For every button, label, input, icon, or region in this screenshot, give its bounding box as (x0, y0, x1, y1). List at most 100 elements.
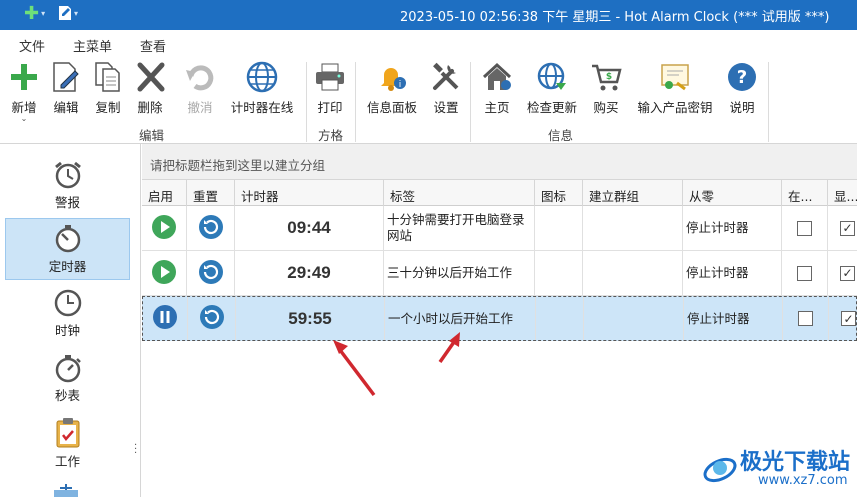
chevron-down-icon: ⌄ (20, 114, 28, 123)
print-button-label: 打印 (317, 100, 343, 115)
product-key-button[interactable]: 输入产品密钥 (638, 60, 713, 116)
group-cell (583, 206, 683, 250)
bell-icon: i (375, 60, 409, 94)
info-panel-label: 信息面板 (366, 100, 417, 115)
checkbox-col9[interactable]: ✓ (841, 311, 856, 326)
play-icon (152, 259, 176, 284)
tools-icon (429, 60, 463, 94)
group-by-panel[interactable]: 请把标题栏拖到这里以建立分组 (142, 144, 857, 180)
icon-cell (535, 251, 583, 295)
plus-icon: ✚ (24, 3, 40, 24)
group-label-info: 信息 (548, 128, 574, 143)
table-row-selected[interactable]: 59:55 一个小时以后开始工作 停止计时器 ✓ (142, 296, 857, 341)
timer-icon (55, 224, 80, 252)
help-icon: ? (725, 60, 759, 94)
column-header-icon[interactable]: 图标 (535, 180, 583, 206)
globe-update-icon (535, 60, 569, 94)
watermark: 极光下载站 www.xz7.com (700, 444, 857, 494)
undo-button-label: 撤消 (187, 100, 213, 115)
pause-button[interactable] (152, 304, 178, 333)
reset-button[interactable] (198, 214, 224, 243)
reset-button[interactable] (199, 304, 225, 333)
home-button-label: 主页 (484, 100, 510, 115)
gift-icon (52, 484, 80, 497)
timer-label: 一个小时以后开始工作 (388, 310, 514, 326)
column-header-timer[interactable]: 计时器 (235, 180, 384, 206)
column-header-enable[interactable]: 启用 (142, 180, 187, 206)
delete-button[interactable]: 删除 (122, 60, 178, 116)
clock-icon (54, 289, 81, 316)
splitter-grip[interactable]: · · · (134, 441, 137, 459)
home-button[interactable]: 主页 (469, 60, 525, 116)
chevron-down-icon: ▾ (41, 9, 46, 18)
column-header-reset[interactable]: 重置 (187, 180, 235, 206)
ribbon: 新增 ⌄ 编辑 复制 删除 撤消 计时器在线 打印 i 信息面板 设置 主页 检… (0, 56, 857, 144)
quick-note-button[interactable]: ▾ (58, 5, 78, 21)
globe-icon (245, 60, 279, 94)
timer-value: 09:44 (287, 218, 331, 237)
sidebar-item-label: 定时器 (48, 258, 87, 274)
column-header-col8[interactable]: 在... (782, 180, 828, 206)
tab-file[interactable]: 文件 (19, 36, 45, 55)
timer-value: 59:55 (288, 308, 332, 328)
icon-cell (535, 206, 583, 250)
watermark-brand: 极光下载站 (740, 450, 851, 475)
checkbox-col9[interactable]: ✓ (840, 265, 855, 281)
check-updates-label: 检查更新 (526, 100, 577, 115)
menu-tabs: 文件 主菜单 查看 (0, 30, 857, 59)
column-header-col9[interactable]: 显... (828, 180, 857, 206)
reset-icon (198, 259, 223, 284)
product-key-label: 输入产品密钥 (637, 100, 713, 115)
info-panel-button[interactable]: i 信息面板 (364, 60, 420, 116)
reset-icon (198, 214, 223, 239)
cart-icon: $ (589, 60, 623, 94)
note-icon (59, 6, 71, 20)
sidebar-item-work[interactable]: 工作 (5, 412, 130, 474)
svg-text:$: $ (606, 72, 612, 82)
checkbox-col8[interactable] (797, 265, 812, 281)
from-zero-value: 停止计时器 (687, 310, 750, 326)
help-button[interactable]: ? 说明 (714, 60, 770, 116)
home-icon (480, 60, 514, 94)
sidebar-item-label: 秒表 (54, 387, 80, 403)
checkbox-col8[interactable] (797, 220, 812, 236)
sidebar-item-stopwatch[interactable]: 秒表 (5, 347, 130, 409)
column-header-group[interactable]: 建立群组 (583, 180, 683, 206)
column-header-from-zero[interactable]: 从零 (683, 180, 782, 206)
sidebar: 警报 定时器 时钟 秒表 工作 · · · (0, 144, 141, 497)
sidebar-item-label: 工作 (54, 453, 80, 469)
quick-add-button[interactable]: ✚ ▾ (24, 5, 45, 23)
printer-icon (313, 60, 347, 94)
checkbox-col9[interactable]: ✓ (840, 220, 855, 236)
play-button[interactable] (151, 259, 177, 288)
ribbon-separator (768, 62, 769, 142)
checkbox-col8[interactable] (798, 311, 813, 326)
timer-label: 三十分钟以后开始工作 (387, 265, 513, 280)
undo-icon (183, 60, 217, 94)
check-updates-button[interactable]: 检查更新 (524, 60, 580, 116)
undo-button[interactable]: 撤消 (172, 60, 228, 116)
delete-icon (133, 60, 167, 94)
buy-button[interactable]: $ 购买 (578, 60, 634, 116)
sidebar-item-alarm[interactable]: 警报 (5, 154, 130, 216)
reset-button[interactable] (198, 259, 224, 288)
table-row[interactable]: 09:44 十分钟需要打开电脑登录网站 停止计时器 ✓ (142, 206, 857, 251)
table-row[interactable]: 29:49 三十分钟以后开始工作 停止计时器 ✓ (142, 251, 857, 296)
grid-header: 启用 重置 计时器 标签 图标 建立群组 从零 在... 显... (142, 180, 857, 206)
tab-view[interactable]: 查看 (140, 36, 166, 55)
timer-online-button[interactable]: 计时器在线 (231, 60, 293, 116)
alarm-clock-icon (54, 161, 81, 188)
settings-button[interactable]: 设置 (418, 60, 474, 116)
clipboard-icon (56, 417, 79, 447)
stopwatch-icon (55, 354, 81, 382)
icon-cell (536, 297, 584, 340)
print-button[interactable]: 打印 (302, 60, 358, 116)
ribbon-separator (355, 62, 356, 142)
delete-button-label: 删除 (137, 100, 163, 115)
sidebar-item-timer[interactable]: 定时器 (5, 218, 130, 280)
play-button[interactable] (151, 214, 177, 243)
play-icon (152, 214, 176, 239)
sidebar-item-clock[interactable]: 时钟 (5, 282, 130, 344)
column-header-label[interactable]: 标签 (384, 180, 535, 206)
copy-button-label: 复制 (95, 100, 121, 115)
